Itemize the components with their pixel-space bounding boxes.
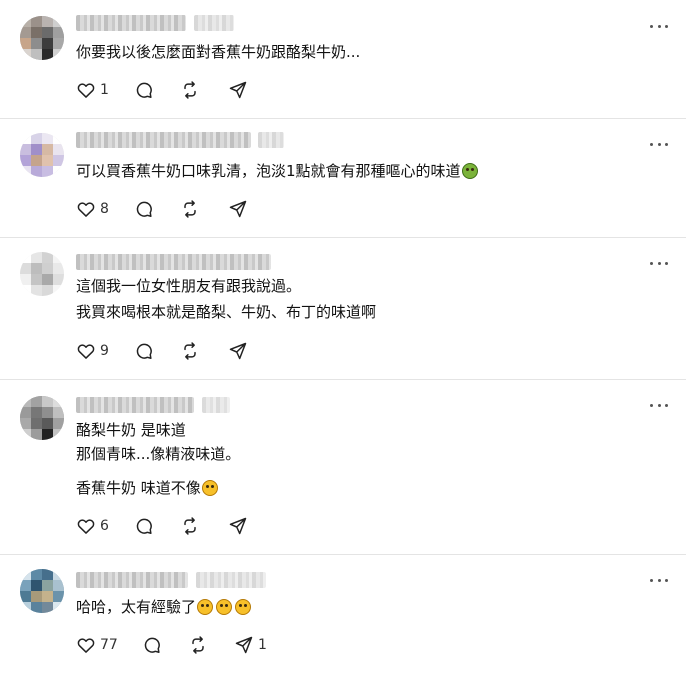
share-button[interactable] xyxy=(228,80,248,100)
share-icon xyxy=(229,81,247,99)
avatar[interactable] xyxy=(20,396,64,440)
rofl-face-icon xyxy=(197,599,214,615)
heart-icon xyxy=(77,638,95,653)
post-text: 我買來喝根本就是酪梨、牛奶、布丁的味道啊 xyxy=(76,303,377,321)
like-count: 8 xyxy=(100,201,109,217)
comment-button[interactable] xyxy=(134,80,154,100)
post-text: 你要我以後怎麼面對香蕉牛奶跟酪梨牛奶... xyxy=(76,43,361,61)
like-count: 6 xyxy=(100,518,109,534)
comment-button[interactable] xyxy=(134,199,154,219)
username-blurred[interactable] xyxy=(76,15,246,31)
like-button[interactable]: 6 xyxy=(76,516,109,536)
more-icon[interactable] xyxy=(650,577,668,583)
repost-icon xyxy=(184,517,196,535)
repost-button[interactable] xyxy=(180,199,200,219)
repost-button[interactable] xyxy=(180,80,200,100)
username-blurred[interactable] xyxy=(76,132,286,148)
comment-icon xyxy=(136,343,152,359)
share-button[interactable] xyxy=(228,516,248,536)
reply-post-2: 可以買香蕉牛奶口味乳清，泡淡1點就會有那種嘔心的味道 8 xyxy=(0,119,686,237)
heart-icon xyxy=(77,83,95,98)
like-count: 9 xyxy=(100,343,109,359)
username-blurred[interactable] xyxy=(76,397,236,413)
comment-button[interactable] xyxy=(134,516,154,536)
share-icon xyxy=(229,517,247,535)
reply-post-1: 你要我以後怎麼面對香蕉牛奶跟酪梨牛奶... 1 xyxy=(0,0,686,118)
repost-button[interactable] xyxy=(180,516,200,536)
share-icon xyxy=(229,200,247,218)
post-text: 香蕉牛奶 味道不像 xyxy=(76,478,218,498)
share-button[interactable]: 1 xyxy=(234,635,267,655)
more-icon[interactable] xyxy=(650,402,668,408)
heart-icon xyxy=(77,519,95,534)
avatar[interactable] xyxy=(20,252,64,296)
share-button[interactable] xyxy=(228,341,248,361)
post-text: 酪梨牛奶 是味道 xyxy=(76,421,186,439)
reply-post-3: 這個我一位女性朋友有跟我說過。 我買來喝根本就是酪梨、牛奶、布丁的味道啊 9 xyxy=(0,238,686,379)
repost-icon xyxy=(184,200,196,218)
share-count: 1 xyxy=(258,637,267,653)
like-count: 77 xyxy=(100,637,118,653)
repost-icon xyxy=(192,636,204,654)
more-icon[interactable] xyxy=(650,23,668,29)
post-text: 這個我一位女性朋友有跟我說過。 xyxy=(76,277,302,295)
like-button[interactable]: 1 xyxy=(76,80,109,100)
comment-icon xyxy=(136,201,152,217)
share-icon xyxy=(235,636,253,654)
avatar[interactable] xyxy=(20,16,64,60)
repost-button[interactable] xyxy=(180,341,200,361)
like-count: 1 xyxy=(100,82,109,98)
share-icon xyxy=(229,342,247,360)
post-text: 哈哈，太有經驗了 xyxy=(76,597,252,617)
repost-button[interactable] xyxy=(188,635,208,655)
reply-post-5: 哈哈，太有經驗了 77 1 xyxy=(0,555,686,692)
avatar[interactable] xyxy=(20,569,64,613)
heart-icon xyxy=(77,202,95,217)
reply-post-4: 酪梨牛奶 是味道 那個青味...像精液味道。 香蕉牛奶 味道不像 6 xyxy=(0,380,686,554)
like-button[interactable]: 8 xyxy=(76,199,109,219)
rofl-face-icon xyxy=(235,599,252,615)
heart-icon xyxy=(77,344,95,359)
like-button[interactable]: 9 xyxy=(76,341,109,361)
avatar[interactable] xyxy=(20,133,64,177)
post-text: 那個青味...像精液味道。 xyxy=(76,445,241,463)
comment-icon xyxy=(136,518,152,534)
nauseated-face-icon xyxy=(461,163,478,179)
username-blurred[interactable] xyxy=(76,572,271,588)
comment-button[interactable] xyxy=(134,341,154,361)
comment-button[interactable] xyxy=(142,635,162,655)
thinking-face-icon xyxy=(201,480,218,496)
rofl-face-icon xyxy=(216,599,233,615)
more-icon[interactable] xyxy=(650,260,668,266)
comment-icon xyxy=(136,82,152,98)
username-blurred[interactable] xyxy=(76,254,276,270)
comment-icon xyxy=(144,637,160,653)
share-button[interactable] xyxy=(228,199,248,219)
repost-icon xyxy=(184,81,196,99)
repost-icon xyxy=(184,342,196,360)
post-text: 可以買香蕉牛奶口味乳清，泡淡1點就會有那種嘔心的味道 xyxy=(76,161,478,181)
more-icon[interactable] xyxy=(650,141,668,147)
like-button[interactable]: 77 xyxy=(76,635,118,655)
